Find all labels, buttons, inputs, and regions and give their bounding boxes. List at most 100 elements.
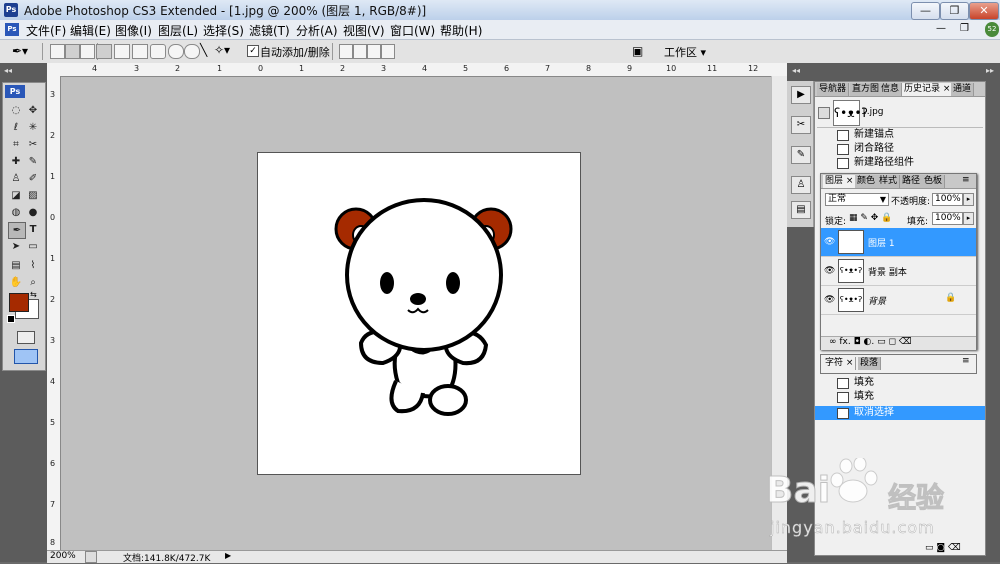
tab-paths[interactable]: 路径 [900, 175, 924, 188]
dock-collapse-left-icon[interactable]: ◂◂ [792, 66, 800, 75]
tab-swatches[interactable]: 色板 [922, 175, 946, 188]
notes-tool-icon[interactable]: ▤ [8, 258, 24, 273]
path-intersect-button[interactable] [367, 44, 381, 59]
menu-analysis[interactable]: 分析(A) [296, 22, 338, 39]
fill-input[interactable]: 100% [932, 212, 963, 225]
history-item[interactable]: 新建路径组件 [815, 156, 985, 170]
dock-collapse-right-icon[interactable]: ▸▸ [986, 66, 994, 75]
layer-comps-icon[interactable]: ▤ [791, 201, 811, 219]
path-subtract-button[interactable] [353, 44, 367, 59]
menu-window[interactable]: 窗口(W) [390, 22, 435, 39]
layer-row-background-copy[interactable]: 👁 ʕ•ᴥ•ʔ 背景 副本 [821, 257, 976, 286]
history-item[interactable]: 填充 [815, 376, 985, 390]
snapshot-brush-icon[interactable] [818, 107, 830, 119]
zoom-tool-icon[interactable]: ⌕ [25, 275, 41, 290]
hand-tool-icon[interactable]: ✋ [8, 275, 24, 290]
history-item[interactable]: 新建锚点 [815, 128, 985, 142]
zoom-level[interactable]: 200% [50, 551, 76, 561]
pen-button[interactable] [96, 44, 112, 59]
tab-histogram[interactable]: 直方图 [850, 83, 883, 96]
menu-layer[interactable]: 图层(L) [158, 22, 198, 39]
line-icon[interactable]: ╲ [200, 43, 207, 57]
tab-layers[interactable]: 图层 × [823, 175, 857, 188]
screen-mode-icon[interactable] [14, 349, 38, 364]
clone-stamp-icon[interactable]: ♙ [8, 171, 24, 186]
image-canvas[interactable] [257, 152, 581, 475]
menu-view[interactable]: 视图(V) [343, 22, 385, 39]
layers-footer-icons[interactable]: ∞ fx. ◘ ◐. ▭ ◻ ⌫ [829, 337, 912, 347]
tab-history[interactable]: 历史记录 × [902, 83, 954, 96]
pen-tool-icon[interactable]: ✒ [8, 222, 26, 239]
shape-layers-button[interactable] [50, 44, 65, 59]
path-exclude-button[interactable] [381, 44, 395, 59]
layer-row-background[interactable]: 👁 ʕ•ᴥ•ʔ 背景 🔒 [821, 286, 976, 315]
path-select-icon[interactable]: ➤ [8, 239, 24, 254]
fill-pixels-button[interactable] [80, 44, 95, 59]
marquee-tool-icon[interactable]: ◌ [8, 103, 24, 118]
eyedropper-tool-icon[interactable]: ⌇ [25, 258, 41, 273]
restore-button[interactable]: ❐ [940, 2, 969, 20]
shape-tool-icon[interactable]: ▭ [25, 239, 41, 254]
close-button[interactable]: ✕ [969, 2, 999, 20]
tab-styles[interactable]: 样式 [877, 175, 901, 188]
type-tool-icon[interactable]: T [25, 222, 41, 237]
tab-info[interactable]: 信息 [879, 83, 903, 96]
gradient-tool-icon[interactable]: ▨ [25, 188, 41, 203]
layer-row-layer1[interactable]: 👁 图层 1 [821, 228, 976, 257]
crop-tool-icon[interactable]: ⌗ [8, 137, 24, 152]
tab-navigator[interactable]: 导航器 [817, 83, 850, 96]
move-tool-icon[interactable]: ✥ [25, 103, 41, 118]
visibility-eye-icon[interactable]: 👁 [824, 266, 835, 276]
custom-shape-icon[interactable]: ✧▾ [214, 43, 230, 57]
default-colors-icon[interactable] [7, 315, 15, 323]
history-snapshot[interactable]: ʕ•ᴥ•ʔ 1.jpg [817, 99, 983, 128]
opacity-input[interactable]: 100% [932, 193, 963, 206]
pen-tool-preset-icon[interactable]: ✒▾ [12, 44, 28, 58]
workspace-menu[interactable]: 工作区 ▾ [664, 44, 706, 60]
tab-paragraph[interactable]: 段落 [858, 357, 882, 370]
panel-menu-icon[interactable]: ≡ [962, 175, 970, 185]
history-item[interactable]: 填充 [815, 390, 985, 404]
history-brush-icon[interactable]: ✐ [25, 171, 41, 186]
dodge-tool-icon[interactable]: ● [25, 205, 41, 220]
ps-menu-icon[interactable]: Ps [5, 23, 19, 36]
brush-tool-icon[interactable]: ✎ [25, 154, 41, 169]
lasso-tool-icon[interactable]: ℓ [8, 120, 24, 135]
lock-icons[interactable]: ▦ ✎ ✥ 🔒 [849, 213, 892, 223]
history-item[interactable]: 闭合路径 [815, 142, 985, 156]
menu-edit[interactable]: 编辑(E) [70, 22, 111, 39]
doc-restore-icon[interactable]: ❐ [960, 23, 969, 34]
path-add-button[interactable] [339, 44, 353, 59]
rectangle-button[interactable] [132, 44, 148, 59]
polygon-button[interactable] [184, 44, 200, 59]
blend-mode-select[interactable]: 正常 ▼ [825, 193, 889, 206]
menu-select[interactable]: 选择(S) [203, 22, 244, 39]
magic-wand-icon[interactable]: ✳ [25, 120, 41, 135]
slice-tool-icon[interactable]: ✂ [25, 137, 41, 152]
tab-channels[interactable]: 通道 [951, 83, 975, 96]
menu-image[interactable]: 图像(I) [115, 22, 152, 39]
status-menu-icon[interactable] [85, 551, 97, 563]
actions-icon[interactable]: ▶ [791, 86, 811, 104]
visibility-eye-icon[interactable]: 👁 [824, 237, 835, 247]
menu-help[interactable]: 帮助(H) [440, 22, 482, 39]
opacity-slider-button[interactable]: ▸ [963, 193, 974, 206]
brushes-icon[interactable]: ✎ [791, 146, 811, 164]
freeform-pen-button[interactable] [114, 44, 130, 59]
auto-add-delete-checkbox[interactable]: ✓ [247, 45, 259, 57]
history-item-selected[interactable]: 取消选择 [815, 406, 985, 420]
menu-file[interactable]: 文件(F) [26, 22, 66, 39]
collapse-arrows-icon[interactable]: ◂◂ [4, 66, 12, 75]
eraser-tool-icon[interactable]: ◪ [8, 188, 24, 203]
tool-presets-icon[interactable]: ✂ [791, 116, 811, 134]
doc-minimize-icon[interactable]: — [936, 23, 946, 34]
ellipse-button[interactable] [168, 44, 184, 59]
tab-character[interactable]: 字符 × [823, 357, 857, 370]
visibility-eye-icon[interactable]: 👁 [824, 295, 835, 305]
paths-button[interactable] [65, 44, 80, 59]
foreground-color-swatch[interactable] [9, 293, 29, 312]
char-panel-menu-icon[interactable]: ≡ [962, 356, 970, 366]
minimize-button[interactable]: — [911, 2, 940, 20]
blur-tool-icon[interactable]: ◍ [8, 205, 24, 220]
fill-slider-button[interactable]: ▸ [963, 212, 974, 225]
